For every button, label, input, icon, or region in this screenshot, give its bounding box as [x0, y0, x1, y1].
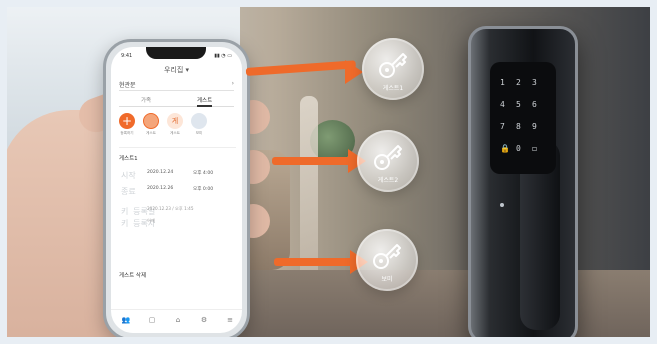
settings-icon[interactable]: ⚙ — [197, 316, 211, 330]
history-icon[interactable]: ▢ — [145, 316, 159, 330]
add-guest-button[interactable]: + — [119, 113, 135, 129]
avatar-label: 게스트 — [170, 131, 180, 135]
key-registrar-value: 이재 — [147, 218, 155, 223]
tab-guest[interactable]: 게스트 — [197, 96, 213, 107]
avatar-label: 게스트 — [146, 131, 156, 135]
avatar-label: 보미 — [195, 131, 203, 135]
avatar[interactable] — [143, 113, 159, 129]
door-dropdown[interactable]: 현관문 › — [119, 80, 234, 91]
end-date: 2020.12.26 — [147, 186, 174, 191]
bell-icon: ◻ — [532, 144, 537, 153]
keypad-key: 8 — [516, 122, 521, 131]
key-registered-value: 2020.12.23 / 오후 1:45 — [147, 206, 194, 211]
guest-avatar-list: + 등록하기 게스트 게 게스트 보미 — [119, 113, 237, 137]
keypad-key: 0 — [516, 144, 521, 153]
key-icon — [374, 145, 402, 170]
keypad-key: 3 — [532, 78, 537, 87]
arrow-to-key-2 — [272, 157, 354, 165]
keypad-key: 2 — [516, 78, 521, 87]
key-icon — [379, 53, 407, 78]
member-tabs: 가족 게스트 — [119, 96, 234, 107]
home-title: 우리집 — [163, 66, 184, 74]
keypad-key: 1 — [500, 78, 505, 87]
chevron-down-icon: ▾ — [185, 66, 190, 74]
home-icon[interactable]: ⌂ — [171, 316, 185, 330]
sensor-dot — [500, 203, 504, 207]
avatar-label: 등록하기 — [120, 131, 134, 135]
lock-icon: 🔒 — [500, 144, 510, 153]
people-icon[interactable]: 👥 — [119, 316, 133, 330]
chevron-right-icon: › — [231, 80, 234, 87]
bottom-navigation: 👥 ▢ ⌂ ⚙ ≡ — [111, 309, 242, 333]
avatar[interactable] — [191, 113, 207, 129]
key-icon — [373, 244, 401, 269]
status-icons: ▮▮ ◔ ▭ — [214, 53, 232, 59]
smartphone: 9:41 ▮▮ ◔ ▭ 우리집 ▾ 현관문 › 가족 게스트 + 등록하기 게스… — [103, 39, 250, 341]
keypad-key: 7 — [500, 122, 505, 131]
end-time: 오후 0:00 — [193, 187, 214, 192]
status-time: 9:41 — [121, 53, 133, 59]
arrow-head-icon — [345, 60, 363, 84]
arrow-to-key-3 — [274, 258, 356, 266]
phone-screen: 9:41 ▮▮ ◔ ▭ 우리집 ▾ 현관문 › 가족 게스트 + 등록하기 게스… — [111, 47, 242, 333]
start-date: 2020.12.24 — [147, 170, 174, 175]
scene: 9:41 ▮▮ ◔ ▭ 우리집 ▾ 현관문 › 가족 게스트 + 등록하기 게스… — [0, 0, 657, 344]
menu-icon[interactable]: ≡ — [223, 316, 237, 330]
key-label: 보미 — [381, 276, 393, 283]
home-selector[interactable]: 우리집 ▾ — [111, 65, 242, 75]
keypad-key: 4 — [500, 100, 505, 109]
end-label: 종료 — [121, 187, 136, 196]
start-label: 시작 — [121, 171, 136, 180]
key-label: 게스트1 — [382, 85, 404, 92]
key-bubble: 게스트1 — [362, 38, 424, 100]
guest-name: 게스트1 — [119, 156, 138, 162]
guest-detail-card: 게스트1 시작 2020.12.24 오후 4:00 종료 2020.12.26… — [119, 147, 236, 240]
key-bubble: 게스트2 — [357, 130, 419, 192]
tab-family[interactable]: 가족 — [141, 96, 151, 104]
notch — [146, 47, 206, 59]
keypad-key: 9 — [532, 122, 537, 131]
arrow-to-key-1 — [245, 60, 357, 76]
start-time: 오후 4:00 — [193, 171, 214, 176]
door-dropdown-value: 현관문 — [119, 82, 136, 89]
keypad-key: 6 — [532, 100, 537, 109]
key-label: 게스트2 — [377, 177, 399, 184]
avatar[interactable]: 게 — [167, 113, 183, 129]
delete-guest-button[interactable]: 게스트 삭제 — [119, 271, 146, 279]
keypad-key: 5 — [516, 100, 521, 109]
key-bubble: 보미 — [356, 229, 418, 291]
